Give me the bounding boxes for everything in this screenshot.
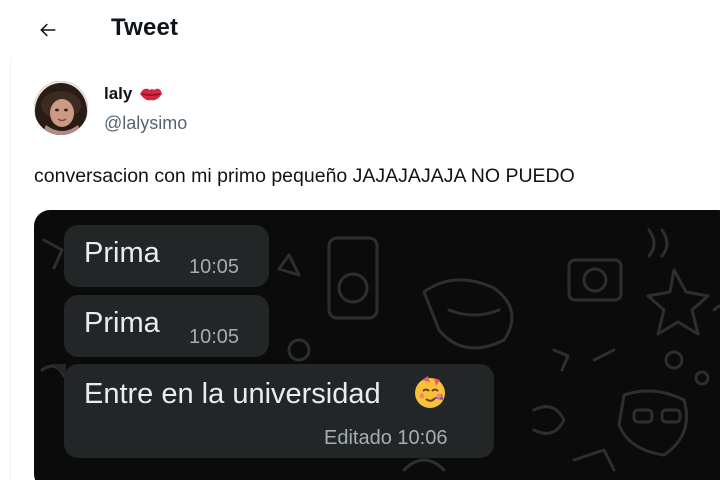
page-header: Tweet xyxy=(0,0,720,58)
author-name-text: laly xyxy=(104,84,133,103)
message-text: Entre en la universidad xyxy=(84,378,381,410)
author-name[interactable]: laly xyxy=(104,84,164,104)
author-handle[interactable]: @lalysimo xyxy=(104,113,187,134)
message-text: Prima xyxy=(84,307,160,339)
tweet-text: conversacion con mi primo pequeño JAJAJA… xyxy=(34,165,575,187)
kiss-mark-icon xyxy=(140,88,163,101)
chat-message: Prima 10:05 xyxy=(64,295,269,357)
chat-message: Prima 10:05 xyxy=(64,225,269,287)
message-time: 10:05 xyxy=(189,326,240,348)
arrow-left-icon xyxy=(40,23,56,37)
tweet-media[interactable]: Prima 10:05 Prima 10:05 Entre en la univ… xyxy=(34,210,720,480)
message-time: Editado 10:06 xyxy=(324,427,448,449)
page-title: Tweet xyxy=(111,14,179,41)
back-button[interactable] xyxy=(30,14,66,46)
chat-message: Entre en la universidad Editado 10:06 xyxy=(64,364,494,458)
tweet-page: Tweet laly @lalysimo conversacion con mi… xyxy=(0,0,720,480)
column-divider xyxy=(10,58,11,480)
avatar[interactable] xyxy=(34,81,88,135)
smiling-face-with-hearts-icon xyxy=(415,376,445,408)
profile-photo xyxy=(34,81,88,135)
message-text: Prima xyxy=(84,237,160,269)
message-time: 10:05 xyxy=(189,256,240,278)
